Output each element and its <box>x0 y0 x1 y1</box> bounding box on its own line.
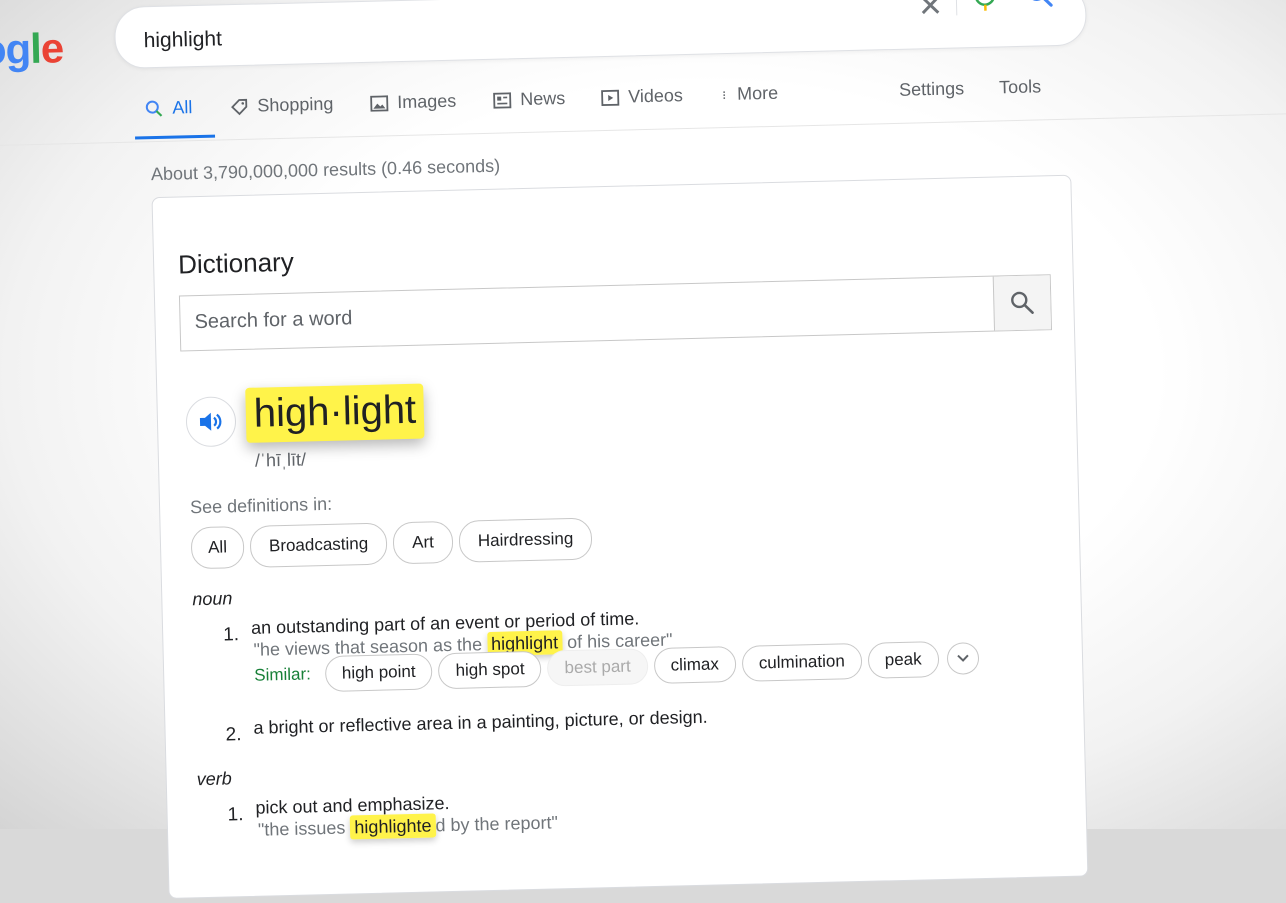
tools-label: Tools <box>999 76 1042 98</box>
tab-label: More <box>737 83 779 105</box>
tools-link[interactable]: Tools <box>999 76 1042 98</box>
tab-label: Shopping <box>257 94 334 117</box>
sense-definition: a bright or reflective area in a paintin… <box>253 707 708 739</box>
logo-letter: g <box>5 25 31 73</box>
tab-label: Videos <box>628 85 683 107</box>
search-bar[interactable]: highlight ✕ <box>114 0 1087 69</box>
image-icon <box>369 93 389 113</box>
results-page: ogle highlight ✕ All Shopping Images <box>0 0 1286 866</box>
tab-shopping[interactable]: Shopping <box>229 94 334 118</box>
sense-number: 1. <box>227 804 243 826</box>
tab-label: Images <box>397 91 457 113</box>
tab-all[interactable]: All <box>144 97 193 119</box>
tab-label: News <box>520 88 566 110</box>
speaker-icon <box>198 410 225 433</box>
chevron-down-icon <box>956 653 970 663</box>
similar-chip[interactable]: high point <box>324 653 433 692</box>
word-search-input[interactable]: Search for a word <box>194 307 352 334</box>
headword: high·light <box>253 388 416 436</box>
dictionary-card: Dictionary Search for a word high·light … <box>152 175 1089 899</box>
active-tab-indicator <box>135 135 215 140</box>
domain-chip-hairdressing[interactable]: Hairdressing <box>458 517 592 562</box>
microphone-icon[interactable] <box>973 0 998 13</box>
similar-chip[interactable]: culmination <box>741 643 862 682</box>
tab-news[interactable]: News <box>492 88 566 111</box>
logo-letter: e <box>40 24 64 72</box>
tab-videos[interactable]: Videos <box>600 85 683 108</box>
tab-more[interactable]: More <box>719 83 779 105</box>
tab-label: All <box>172 97 193 118</box>
search-icon[interactable] <box>1024 0 1055 10</box>
part-of-speech-verb: verb <box>196 768 232 790</box>
similar-label: Similar: <box>254 664 311 685</box>
example-highlight: highlighte <box>350 813 436 839</box>
tag-icon <box>229 96 249 116</box>
search-divider <box>956 0 958 15</box>
phonetic: /ˈhīˌlīt/ <box>255 449 307 471</box>
headword-highlight: high·light <box>245 384 425 443</box>
domain-chips: All Broadcasting Art Hairdressing <box>191 517 593 569</box>
similar-chip[interactable]: high spot <box>438 651 542 690</box>
search-input[interactable]: highlight <box>143 27 222 53</box>
result-stats: About 3,790,000,000 results (0.46 second… <box>151 156 501 186</box>
similar-chip[interactable]: climax <box>653 646 736 684</box>
domain-chip-broadcasting[interactable]: Broadcasting <box>249 522 387 567</box>
google-logo[interactable]: ogle <box>0 24 64 74</box>
sense-number: 2. <box>225 724 241 746</box>
more-vert-icon <box>719 84 729 104</box>
tab-images[interactable]: Images <box>369 91 457 114</box>
sense-number: 1. <box>223 624 239 646</box>
similar-chip[interactable]: best part <box>547 648 648 686</box>
part-of-speech-noun: noun <box>192 588 233 610</box>
clear-icon[interactable]: ✕ <box>918 0 944 22</box>
search-icon <box>1009 290 1036 317</box>
example-text: d by the report" <box>435 812 558 835</box>
search-icon <box>144 98 164 118</box>
pronunciation-button[interactable] <box>185 396 236 447</box>
settings-label: Settings <box>899 78 965 101</box>
settings-link[interactable]: Settings <box>899 78 965 101</box>
card-title: Dictionary <box>178 247 294 281</box>
word-search-box[interactable]: Search for a word <box>179 274 1052 351</box>
expand-similar-button[interactable] <box>946 642 979 675</box>
similar-chip[interactable]: peak <box>867 641 939 679</box>
domain-chip-all[interactable]: All <box>191 526 245 569</box>
news-icon <box>492 90 512 110</box>
video-icon <box>600 87 620 107</box>
word-search-button[interactable] <box>993 275 1051 330</box>
see-definitions-label: See definitions in: <box>190 494 333 518</box>
domain-chip-art[interactable]: Art <box>393 521 454 564</box>
